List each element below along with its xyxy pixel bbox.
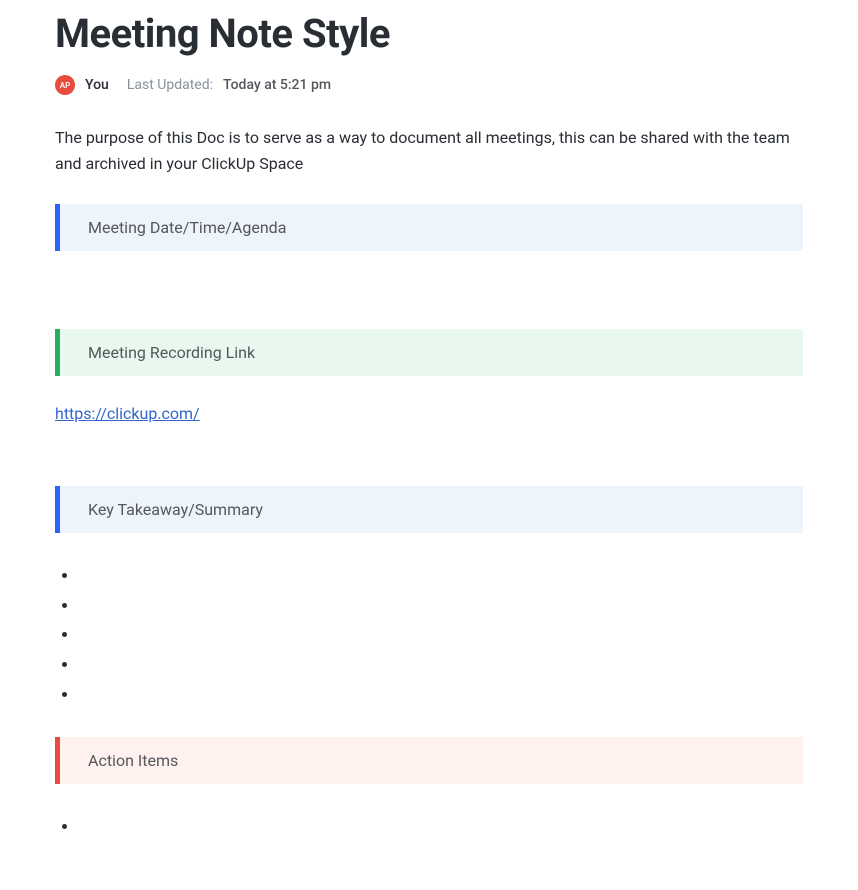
spacer bbox=[55, 279, 803, 329]
list-item[interactable] bbox=[79, 650, 803, 680]
list-item[interactable] bbox=[79, 680, 803, 710]
action-items-callout[interactable]: Action Items bbox=[55, 737, 803, 784]
spacer bbox=[55, 451, 803, 486]
recording-callout[interactable]: Meeting Recording Link bbox=[55, 329, 803, 376]
last-updated-value: Today at 5:21 pm bbox=[223, 77, 331, 93]
action-items-heading: Action Items bbox=[60, 737, 803, 784]
last-updated-label: Last Updated: bbox=[127, 77, 213, 93]
takeaway-callout[interactable]: Key Takeaway/Summary bbox=[55, 486, 803, 533]
list-item[interactable] bbox=[79, 561, 803, 591]
takeaway-list[interactable] bbox=[55, 561, 803, 709]
avatar[interactable]: AP bbox=[55, 75, 75, 95]
agenda-callout[interactable]: Meeting Date/Time/Agenda bbox=[55, 204, 803, 251]
action-items-list[interactable] bbox=[55, 812, 803, 842]
recording-heading: Meeting Recording Link bbox=[60, 329, 803, 376]
list-item[interactable] bbox=[79, 591, 803, 621]
list-item[interactable] bbox=[79, 620, 803, 650]
page-title: Meeting Note Style bbox=[55, 10, 803, 57]
agenda-heading: Meeting Date/Time/Agenda bbox=[60, 204, 803, 251]
list-item[interactable] bbox=[79, 812, 803, 842]
recording-link[interactable]: https://clickup.com/ bbox=[55, 404, 200, 423]
intro-paragraph[interactable]: The purpose of this Doc is to serve as a… bbox=[55, 125, 803, 176]
doc-meta-row: AP You Last Updated: Today at 5:21 pm bbox=[55, 75, 803, 95]
takeaway-heading: Key Takeaway/Summary bbox=[60, 486, 803, 533]
author-name[interactable]: You bbox=[85, 77, 109, 93]
